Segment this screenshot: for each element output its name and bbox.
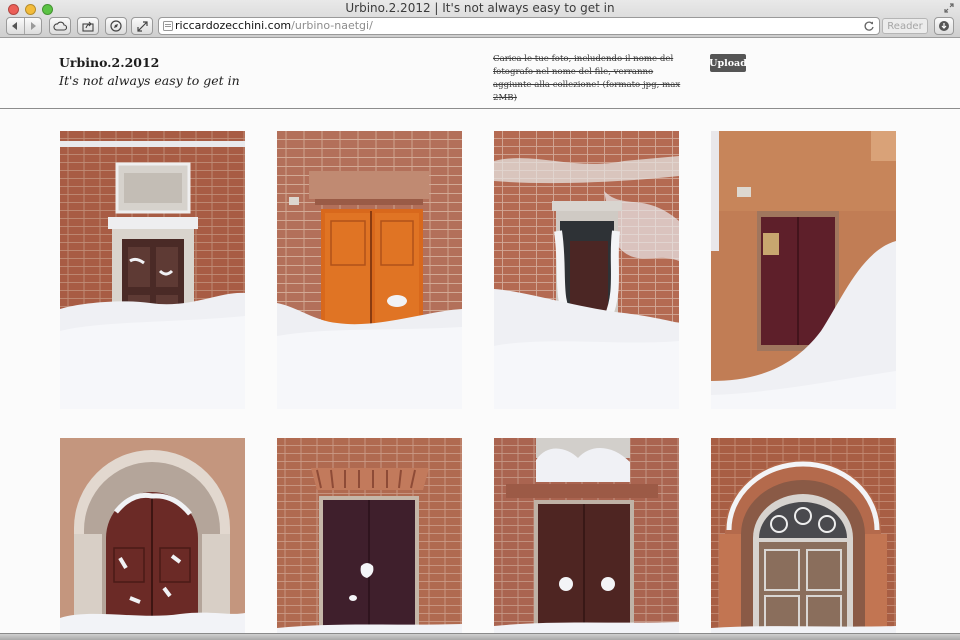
photo-door-6[interactable] <box>277 438 462 633</box>
share-button[interactable] <box>77 17 99 35</box>
window-title: Urbino.2.2012 | It's not always easy to … <box>345 1 615 15</box>
photo-door-4[interactable] <box>711 131 896 409</box>
url-path: /urbino-naetgi/ <box>291 19 373 32</box>
site-header: Urbino.2.2012 It's not always easy to ge… <box>0 39 960 109</box>
url-text: riccardozecchini.com/urbino-naetgi/ <box>175 19 373 32</box>
photo-door-5[interactable] <box>60 438 245 633</box>
photo-door-7[interactable] <box>494 438 679 633</box>
compass-icon <box>110 20 122 32</box>
back-button[interactable] <box>7 18 24 34</box>
resize-button[interactable] <box>131 17 153 35</box>
site-title[interactable]: Urbino.2.2012 <box>59 55 159 70</box>
icloud-icon <box>53 21 67 31</box>
address-bar[interactable]: riccardozecchini.com/urbino-naetgi/ <box>158 17 880 35</box>
forward-icon <box>30 22 36 30</box>
window-bottom-edge <box>0 633 960 640</box>
downloads-button[interactable] <box>934 17 954 35</box>
download-icon <box>939 21 949 31</box>
fullscreen-icon[interactable] <box>944 3 954 13</box>
site-tagline: It's not always easy to get in <box>59 73 240 88</box>
photo-door-2[interactable] <box>277 131 462 409</box>
photo-door-1[interactable] <box>60 131 245 409</box>
reload-icon[interactable] <box>863 20 875 32</box>
forward-button[interactable] <box>23 18 41 34</box>
top-sites-button[interactable] <box>105 17 127 35</box>
back-icon <box>12 22 18 30</box>
upload-button[interactable]: Upload <box>709 54 747 72</box>
icloud-tabs-button[interactable] <box>49 17 71 35</box>
browser-toolbar: Urbino.2.2012 | It's not always easy to … <box>0 0 960 38</box>
reader-button[interactable]: Reader <box>882 18 928 34</box>
upload-instructions: Carica le tue foto, includendo il nome d… <box>493 54 681 103</box>
photo-door-3[interactable] <box>494 131 679 409</box>
resize-icon <box>136 20 148 32</box>
url-host: riccardozecchini.com <box>175 19 292 32</box>
share-icon <box>82 21 94 32</box>
favicon-icon <box>163 21 173 31</box>
photo-door-8[interactable] <box>711 438 896 633</box>
back-forward-group <box>6 17 42 35</box>
